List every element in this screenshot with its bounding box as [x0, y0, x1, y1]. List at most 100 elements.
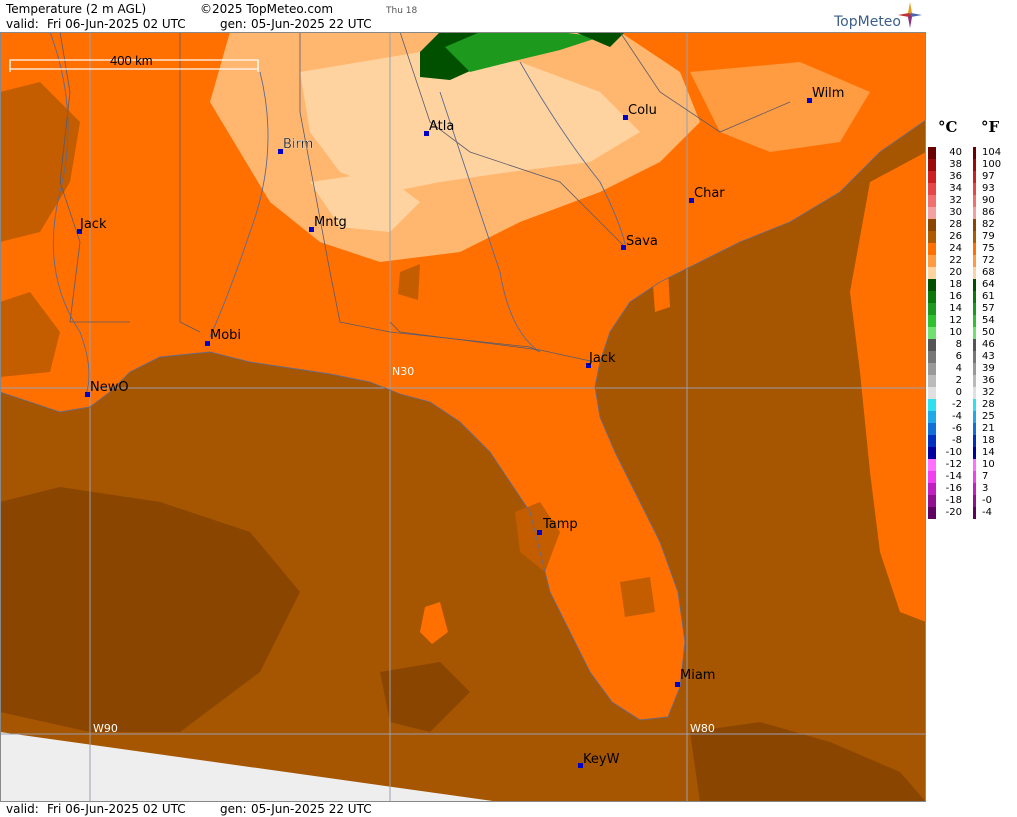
legend-swatch-fahrenheit [973, 495, 976, 507]
city-label: Wilm [812, 86, 844, 101]
city-jack-fl[interactable]: Jack [586, 351, 616, 368]
valid-time: Fri 06-Jun-2025 02 UTC [47, 17, 186, 31]
legend-fahrenheit-value: 61 [982, 291, 995, 302]
legend-swatch-celsius [928, 363, 936, 375]
legend-swatch-fahrenheit [973, 471, 976, 483]
legend-swatch-celsius [928, 435, 936, 447]
footer-valid-time: Fri 06-Jun-2025 02 UTC [47, 802, 186, 816]
legend-swatch-celsius [928, 351, 936, 363]
legend-swatch-celsius [928, 447, 936, 459]
city-wilm[interactable]: Wilm [807, 86, 844, 103]
temperature-map: 400 km N30 W90 W80 Birm Atla Colu Wilm J… [0, 32, 926, 802]
legend-swatch-fahrenheit [973, 435, 976, 447]
city-jack-ms[interactable]: Jack [77, 217, 107, 234]
legend-celsius-value: 6 [955, 351, 962, 362]
city-label: Colu [628, 103, 657, 118]
city-label: Sava [626, 234, 658, 249]
city-label: KeyW [583, 752, 620, 767]
city-label: Char [694, 186, 725, 201]
city-sava[interactable]: Sava [621, 234, 658, 250]
legend-swatch-celsius [928, 147, 936, 159]
legend-fahrenheit-value: 28 [982, 399, 995, 410]
topmeteo-logo[interactable]: TopMeteo [834, 2, 922, 30]
legend-fahrenheit-value: 90 [982, 195, 995, 206]
legend-fahrenheit-value: 104 [982, 147, 1002, 158]
legend-celsius-value: -16 [945, 483, 962, 494]
legend-swatch-fahrenheit [973, 255, 976, 267]
city-birm[interactable]: Birm [278, 137, 313, 154]
legend-celsius-value: 40 [949, 147, 962, 158]
city-label: Atla [429, 119, 454, 134]
legend-swatch-celsius [928, 483, 936, 495]
legend-fahrenheit-value: -0 [982, 495, 992, 506]
city-colu[interactable]: Colu [623, 103, 657, 120]
legend-swatch-celsius [928, 327, 936, 339]
legend-celsius-value: 18 [949, 279, 962, 290]
legend-swatch-fahrenheit [973, 243, 976, 255]
legend-swatch-fahrenheit [973, 159, 976, 171]
legend-celsius-value: 38 [949, 159, 962, 170]
legend-swatch-celsius [928, 219, 936, 231]
legend-fahrenheit-value: 25 [982, 411, 995, 422]
legend-fahrenheit-value: -4 [982, 507, 992, 518]
legend-fahrenheit-value: 46 [982, 339, 995, 350]
legend-celsius-value: 0 [955, 387, 962, 398]
legend-swatch-fahrenheit [973, 507, 976, 519]
legend-swatch-fahrenheit [973, 315, 976, 327]
legend-fahrenheit-value: 21 [982, 423, 995, 434]
legend-swatch-fahrenheit [973, 267, 976, 279]
city-char[interactable]: Char [689, 186, 725, 203]
legend-fahrenheit-value: 93 [982, 183, 995, 194]
legend-swatch-celsius [928, 243, 936, 255]
city-keyw[interactable]: KeyW [578, 752, 620, 768]
legend-fahrenheit-value: 32 [982, 387, 995, 398]
legend-celsius-value: 36 [949, 171, 962, 182]
city-label: Birm [283, 137, 313, 152]
city-newo[interactable]: NewO [85, 380, 129, 397]
legend-fahrenheit-value: 18 [982, 435, 995, 446]
legend-celsius-value: 2 [955, 375, 962, 386]
legend-celsius-value: 26 [949, 231, 962, 242]
city-label: Tamp [542, 517, 578, 532]
legend-swatch-fahrenheit [973, 171, 976, 183]
legend-celsius-value: 20 [949, 267, 962, 278]
fahrenheit-unit: °F [981, 118, 1000, 136]
legend-swatch-celsius [928, 159, 936, 171]
lat-label-n30: N30 [392, 365, 414, 378]
legend-fahrenheit-value: 68 [982, 267, 995, 278]
legend-celsius-value: -18 [945, 495, 962, 506]
copyright-text: ©2025 TopMeteo.com [200, 2, 334, 16]
legend-swatch-celsius [928, 195, 936, 207]
footer-generated-label: gen: [220, 802, 247, 816]
legend-fahrenheit-value: 54 [982, 315, 995, 326]
legend-swatch-fahrenheit [973, 183, 976, 195]
legend-celsius-value: -14 [945, 471, 962, 482]
legend-fahrenheit-value: 97 [982, 171, 995, 182]
city-mntg[interactable]: Mntg [309, 215, 347, 232]
city-label: Mntg [314, 215, 347, 230]
legend-fahrenheit-value: 10 [982, 459, 995, 470]
legend-swatch-celsius [928, 411, 936, 423]
footer-generated-time: 05-Jun-2025 22 UTC [251, 802, 372, 816]
legend-swatch-celsius [928, 231, 936, 243]
legend-swatch-fahrenheit [973, 147, 976, 159]
legend-celsius-value: 4 [955, 363, 962, 374]
legend-swatch-fahrenheit [973, 483, 976, 495]
legend-fahrenheit-value: 7 [982, 471, 989, 482]
legend-celsius-value: 30 [949, 207, 962, 218]
legend-celsius-value: -20 [945, 507, 962, 518]
city-label: Miam [680, 668, 715, 683]
city-atla[interactable]: Atla [424, 119, 454, 136]
compass-star-icon [898, 2, 922, 28]
legend-swatch-fahrenheit [973, 291, 976, 303]
legend-celsius-value: -8 [952, 435, 962, 446]
legend-swatch-celsius [928, 255, 936, 267]
product-title: Temperature (2 m AGL) [6, 2, 147, 16]
legend-swatch-fahrenheit [973, 351, 976, 363]
legend-swatch-celsius [928, 183, 936, 195]
scale-bar-label: 400 km [110, 53, 153, 68]
legend-swatch-celsius [928, 399, 936, 411]
legend-celsius-value: 32 [949, 195, 962, 206]
temperature-legend: °C °F 40 104 38 100 36 97 34 93 32 90 30 86 28 82 26 79… [926, 110, 1017, 530]
lon-label-w80: W80 [690, 722, 715, 735]
